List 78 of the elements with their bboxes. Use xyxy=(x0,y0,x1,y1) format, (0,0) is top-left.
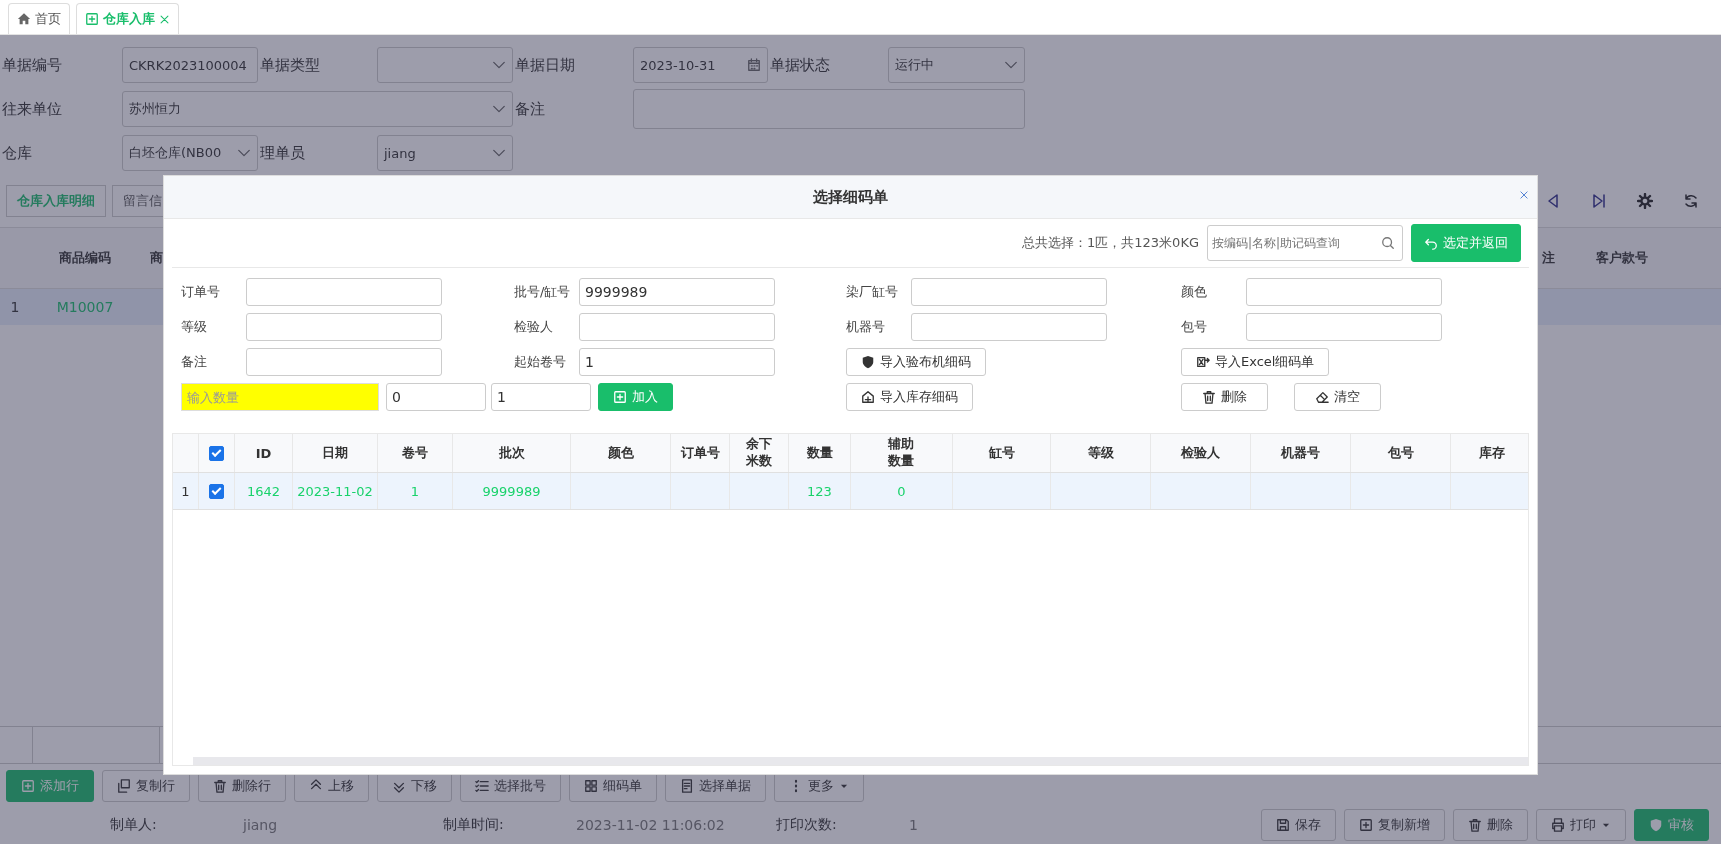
input-field[interactable]: 0 xyxy=(386,383,486,411)
quantity-field[interactable]: 输入数量 xyxy=(181,383,379,411)
column-header: 商 xyxy=(150,249,163,267)
field-label: 起始卷号 xyxy=(514,353,567,371)
column-header: ID xyxy=(255,445,272,461)
info-value: 2023-11-02 11:06:02 xyxy=(576,817,726,833)
select-field[interactable]: 苏州恒力 xyxy=(122,91,513,127)
table-cell: 123 xyxy=(807,483,832,499)
page-tab[interactable]: 首页 xyxy=(8,3,70,34)
input-field[interactable]: CKRK2023100004 xyxy=(122,47,258,83)
import-button[interactable]: 导入验布机细码 xyxy=(846,348,986,376)
column-header: 卷号 xyxy=(402,444,428,462)
toolbar-button[interactable]: 复制行 xyxy=(102,770,190,802)
table-cell: 0 xyxy=(897,483,906,499)
import-button[interactable]: 导入Excel细码单 xyxy=(1181,348,1330,376)
column-header: 批次 xyxy=(498,444,525,462)
column-header: 客户款号 xyxy=(1596,249,1648,267)
column-header: 商品编码 xyxy=(59,249,111,267)
column-header: 颜色 xyxy=(607,444,634,462)
column-header: 余下米数 xyxy=(745,436,773,470)
footer-button[interactable]: 打印 xyxy=(1536,809,1626,841)
row-number: 1 xyxy=(10,299,20,315)
input-field[interactable]: 1 xyxy=(579,348,775,376)
column-header: 数量 xyxy=(806,444,833,462)
field-label: 单据日期 xyxy=(514,55,576,75)
info-label: 制单人: xyxy=(110,816,158,834)
column-header: 日期 xyxy=(322,444,348,462)
field-label: 单据状态 xyxy=(769,55,831,75)
table-cell: 1 xyxy=(410,483,420,499)
clear-button[interactable]: 清空 xyxy=(1294,383,1381,411)
field-label: 订单号 xyxy=(181,283,221,301)
column-header: 注 xyxy=(1542,249,1555,267)
column-header: 检验人 xyxy=(1181,444,1220,462)
column-header: 辅助数量 xyxy=(887,436,916,470)
select-field[interactable]: jiang xyxy=(377,135,513,171)
table-row[interactable]: 1 1642 2023-11-02 1 9999989 123 0 xyxy=(173,473,1528,510)
delete-button[interactable]: 删除 xyxy=(1181,383,1268,411)
footer-button[interactable]: 复制新增 xyxy=(1344,809,1445,841)
dialog-title: 选择细码单 xyxy=(813,187,888,207)
selection-summary: 总共选择：1匹，共123米0KG xyxy=(1022,234,1199,252)
table-cell: 9999989 xyxy=(482,483,541,499)
column-header: 机器号 xyxy=(1281,444,1320,462)
field-label: 单据类型 xyxy=(259,55,321,75)
info-label: 制单时间: xyxy=(443,816,505,834)
field-label: 单据编号 xyxy=(1,55,63,75)
footer-button[interactable]: 保存 xyxy=(1261,809,1336,841)
info-label: 打印次数: xyxy=(776,816,838,834)
field-label: 等级 xyxy=(181,318,208,336)
import-button[interactable]: 导入库存细码 xyxy=(846,383,973,411)
column-header: 库存 xyxy=(1478,444,1505,462)
field-label: 往来单位 xyxy=(1,99,63,119)
row-number: 1 xyxy=(181,483,190,499)
table-cell: M10007 xyxy=(56,299,114,315)
input-field[interactable]: 1 xyxy=(491,383,591,411)
field-label: 批号/缸号 xyxy=(514,283,572,301)
field-label: 颜色 xyxy=(1181,283,1208,301)
input-field[interactable]: 9999989 xyxy=(579,278,775,306)
search-field[interactable]: 按编码|名称|助记码查询 xyxy=(1207,225,1403,261)
field-label: 包号 xyxy=(1181,318,1208,336)
field-label: 机器号 xyxy=(846,318,886,336)
info-value: jiang xyxy=(243,817,279,833)
field-label: 理单员 xyxy=(259,143,306,163)
select-field[interactable]: 白坯仓库(NB00 xyxy=(122,135,258,171)
field-label: 备注 xyxy=(181,353,208,371)
column-header: 缸号 xyxy=(988,444,1015,462)
column-header: 等级 xyxy=(1087,444,1114,462)
field-label: 检验人 xyxy=(514,318,554,336)
column-header: 包号 xyxy=(1387,444,1414,462)
field-label: 仓库 xyxy=(1,143,33,163)
column-header: 订单号 xyxy=(680,444,720,462)
select-field[interactable]: 运行中 xyxy=(888,47,1025,83)
date-field[interactable]: 2023-10-31 xyxy=(633,47,768,83)
table-cell: 2023-11-02 xyxy=(297,483,373,499)
footer-button[interactable]: 删除 xyxy=(1453,809,1528,841)
info-value: 1 xyxy=(909,817,919,833)
table-cell: 1642 xyxy=(246,483,281,499)
field-label: 染厂缸号 xyxy=(846,283,899,301)
field-label: 备注 xyxy=(514,99,546,119)
